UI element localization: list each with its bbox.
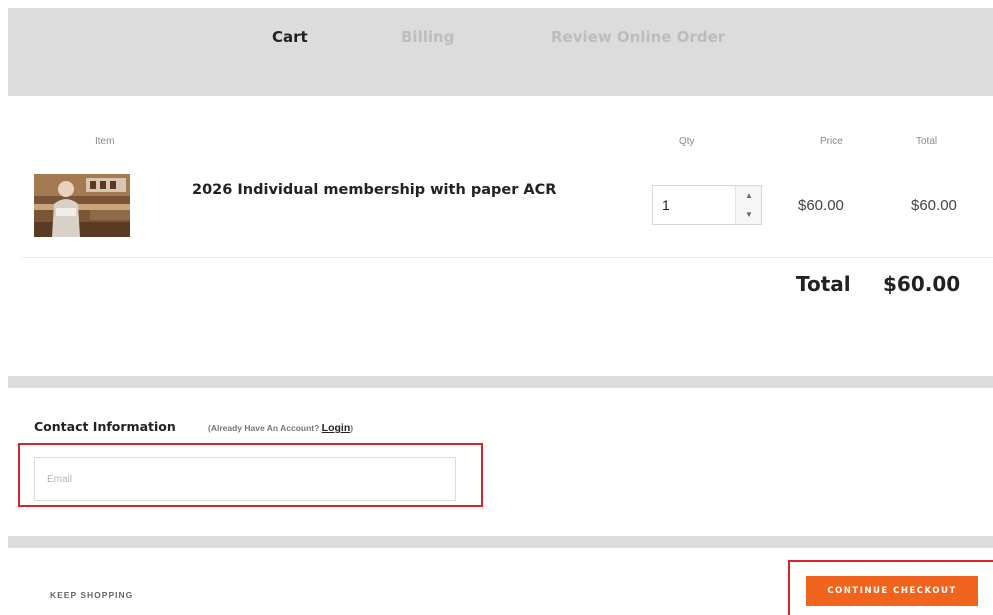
grand-total-value: $60.00 <box>883 272 961 296</box>
section-divider <box>8 376 993 388</box>
step-billing[interactable]: Billing <box>401 28 454 46</box>
caret-up-icon[interactable]: ▲ <box>736 186 762 205</box>
contact-information-title: Contact Information <box>34 419 176 434</box>
row-price: $60.00 <box>798 197 844 214</box>
checkout-steps-bar: Cart Billing Review Online Order <box>8 8 993 96</box>
row-total: $60.00 <box>911 197 957 214</box>
step-review-online-order[interactable]: Review Online Order <box>551 28 725 46</box>
product-name[interactable]: 2026 Individual membership with paper AC… <box>192 182 556 198</box>
column-header-item: Item <box>95 136 115 147</box>
login-link[interactable]: Login <box>322 422 351 434</box>
grand-total-label: Total <box>796 272 851 296</box>
account-note: (Already Have An Account? Login) <box>208 422 353 434</box>
column-header-price: Price <box>820 136 843 147</box>
column-header-total: Total <box>916 136 938 147</box>
quantity-stepper[interactable]: 1 ▲ ▼ <box>652 185 762 225</box>
section-divider <box>8 536 993 548</box>
row-divider <box>22 257 993 258</box>
caret-down-icon[interactable]: ▼ <box>736 205 762 224</box>
product-photo-icon <box>34 174 130 237</box>
email-field[interactable] <box>34 457 456 501</box>
quantity-value[interactable]: 1 <box>662 197 670 213</box>
continue-checkout-button[interactable]: CONTINUE CHECKOUT <box>806 576 978 606</box>
keep-shopping-link[interactable]: KEEP SHOPPING <box>50 590 133 600</box>
column-header-qty: Qty <box>679 136 695 147</box>
quantity-spinner: ▲ ▼ <box>735 186 761 224</box>
account-note-prefix: (Already Have An Account? <box>208 423 322 433</box>
account-note-suffix: ) <box>350 423 354 433</box>
product-thumbnail[interactable] <box>34 174 130 237</box>
step-cart[interactable]: Cart <box>272 28 308 46</box>
